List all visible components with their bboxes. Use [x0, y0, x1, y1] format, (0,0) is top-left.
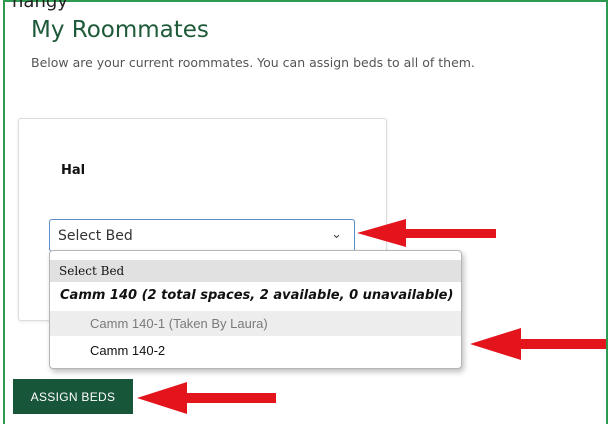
arrow-to-select-icon — [357, 219, 496, 247]
arrow-to-dropdown-icon — [470, 328, 606, 360]
annotation-arrows — [137, 219, 606, 414]
arrow-to-assign-button-icon — [137, 382, 276, 414]
